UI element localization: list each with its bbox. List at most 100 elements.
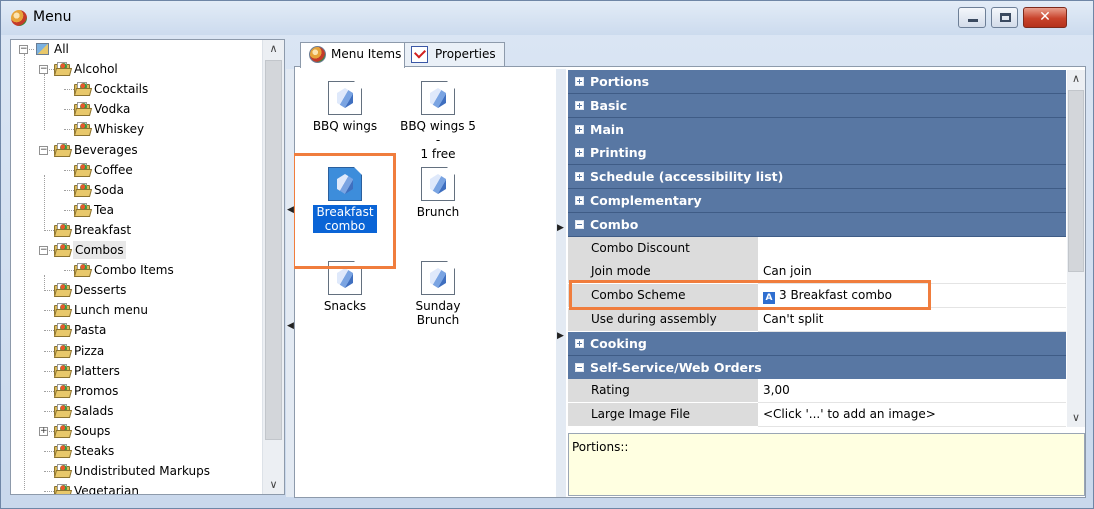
properties-icon: [411, 46, 428, 63]
property-row[interactable]: Rating 3,00: [568, 379, 1066, 404]
menu-items-panel[interactable]: BBQ wings BBQ wings 5 -1 free Breakfast com…: [296, 69, 555, 497]
expand-right-icon[interactable]: ▶: [557, 223, 564, 233]
property-value[interactable]: [758, 236, 1066, 261]
tree-item-label: Combo Items: [94, 263, 174, 278]
tree-scrollbar[interactable]: ∧ ∨: [262, 40, 284, 494]
tree-item-label: Pasta: [74, 323, 107, 338]
expand-right-icon-2[interactable]: ▶: [557, 331, 564, 341]
expand-icon[interactable]: +: [39, 426, 48, 436]
property-value-text: Can join: [763, 264, 812, 279]
title-bar[interactable]: Menu ✕: [1, 1, 1093, 35]
collapse-icon[interactable]: [575, 362, 584, 372]
collapse-left-icon[interactable]: ◀: [287, 205, 294, 215]
property-category[interactable]: Combo: [568, 212, 1066, 237]
tree-connector: [64, 109, 74, 111]
menu-item-label: Brunch: [397, 205, 479, 219]
minimize-button[interactable]: [958, 7, 986, 28]
collapse-left-icon-2[interactable]: ◀: [287, 321, 294, 331]
property-row[interactable]: Use during assembly Can't split: [568, 308, 1066, 332]
property-category-label: Complementary: [590, 193, 702, 208]
property-row[interactable]: Large Image File <Click '...' to add an i…: [568, 403, 1066, 428]
tree-item-label: Cocktails: [94, 82, 149, 97]
folder-icon: [53, 323, 73, 338]
property-scrollbar[interactable]: ∧ ∨: [1067, 70, 1085, 427]
menu-item-tile[interactable]: BBQ wings 5 -1 free: [397, 81, 479, 161]
menu-item-label: Snacks: [304, 299, 386, 313]
expand-icon[interactable]: [575, 124, 584, 134]
scroll-down-icon[interactable]: ∨: [263, 476, 284, 494]
maximize-icon: [1000, 13, 1011, 22]
property-category[interactable]: Complementary: [568, 189, 1066, 213]
tree-item-label: Salads: [74, 403, 114, 418]
tree-item-label: Soups: [74, 423, 111, 438]
expand-icon[interactable]: [575, 100, 584, 110]
minimize-icon: [968, 19, 978, 22]
property-value[interactable]: 3,00: [758, 379, 1066, 404]
expand-icon[interactable]: [575, 172, 584, 182]
property-category-label: Schedule (accessibility list): [590, 169, 784, 185]
folder-icon: [73, 202, 93, 217]
tree-item-label: Soda: [94, 182, 124, 197]
app-icon: [11, 10, 27, 26]
scroll-up-icon[interactable]: ∧: [263, 40, 284, 58]
tree-item-label: Platters: [74, 363, 120, 378]
close-button[interactable]: ✕: [1023, 7, 1067, 28]
folder-icon: [53, 62, 73, 77]
menu-item-tile[interactable]: BBQ wings: [304, 81, 386, 133]
expand-icon[interactable]: [575, 196, 584, 205]
collapse-icon[interactable]: −: [39, 65, 48, 75]
property-category[interactable]: Printing: [568, 141, 1066, 166]
tree-scroll-thumb[interactable]: [265, 60, 282, 440]
property-row[interactable]: Combo Discount: [568, 236, 1066, 261]
property-value[interactable]: Can't split: [758, 308, 1066, 332]
property-value[interactable]: <Click '...' to add an image>: [758, 403, 1066, 428]
collapse-icon[interactable]: [575, 219, 584, 229]
pgrid-scroll-down-icon[interactable]: ∨: [1067, 409, 1085, 427]
menu-item-label-line: Snacks: [323, 299, 367, 313]
tree-item-label: Beverages: [74, 142, 138, 157]
collapse-icon[interactable]: −: [39, 145, 48, 155]
property-value-text: 3,00: [763, 383, 790, 398]
property-category[interactable]: Basic: [568, 93, 1066, 118]
tree-connector-vertical: [44, 275, 45, 291]
folder-icon: [53, 303, 73, 318]
right-splitter[interactable]: ▶ ▶: [556, 69, 566, 497]
expand-icon[interactable]: [575, 77, 584, 86]
folder-icon: [53, 403, 73, 418]
property-category[interactable]: Portions: [568, 70, 1066, 94]
menu-item-label: Sunday Brunch: [397, 299, 479, 327]
menu-item-label-line: Brunch: [416, 313, 460, 327]
menu-item-tile[interactable]: Brunch: [397, 167, 479, 219]
property-category[interactable]: Self-Service/Web Orders: [568, 355, 1066, 380]
tab-properties-label: Properties: [435, 47, 496, 61]
tree-connector: [64, 270, 74, 272]
property-category[interactable]: Main: [568, 117, 1066, 142]
tree-item-label: Lunch menu: [74, 303, 148, 318]
property-category[interactable]: Schedule (accessibility list): [568, 165, 1066, 190]
collapse-icon[interactable]: −: [39, 246, 48, 255]
pgrid-scroll-thumb[interactable]: [1068, 90, 1084, 272]
menu-item-tile[interactable]: Sunday Brunch: [397, 261, 479, 327]
expand-icon[interactable]: [575, 148, 584, 158]
expand-icon[interactable]: [575, 338, 584, 348]
tree-connector: [44, 491, 54, 493]
tree-item-label: Steaks: [74, 444, 115, 458]
tab-properties[interactable]: Properties: [405, 42, 505, 66]
tab-menu-items[interactable]: Menu Items: [300, 42, 405, 68]
menu-item-label: BBQ wings: [304, 119, 386, 133]
category-tree[interactable]: − − − − + All Alcohol Cocktails Vodka Whiskey Bev…: [10, 39, 285, 495]
menu-item-icon: [421, 167, 455, 201]
property-category[interactable]: Cooking: [568, 331, 1066, 356]
folder-icon: [73, 82, 93, 97]
left-splitter[interactable]: ◀ ◀: [286, 69, 294, 497]
pgrid-scroll-up-icon[interactable]: ∧: [1067, 70, 1085, 88]
folder-icon: [53, 343, 73, 358]
maximize-button[interactable]: [991, 7, 1018, 28]
tab-menu-items-label: Menu Items: [331, 47, 402, 61]
property-grid[interactable]: Portions Basic Main Printing Schedule (acces…: [568, 70, 1066, 428]
menu-items-icon: [309, 46, 326, 63]
collapse-icon[interactable]: −: [19, 45, 28, 54]
property-category-label: Portions: [590, 74, 650, 89]
folder-icon: [53, 363, 73, 378]
combo-scheme-highlight: [569, 280, 931, 310]
